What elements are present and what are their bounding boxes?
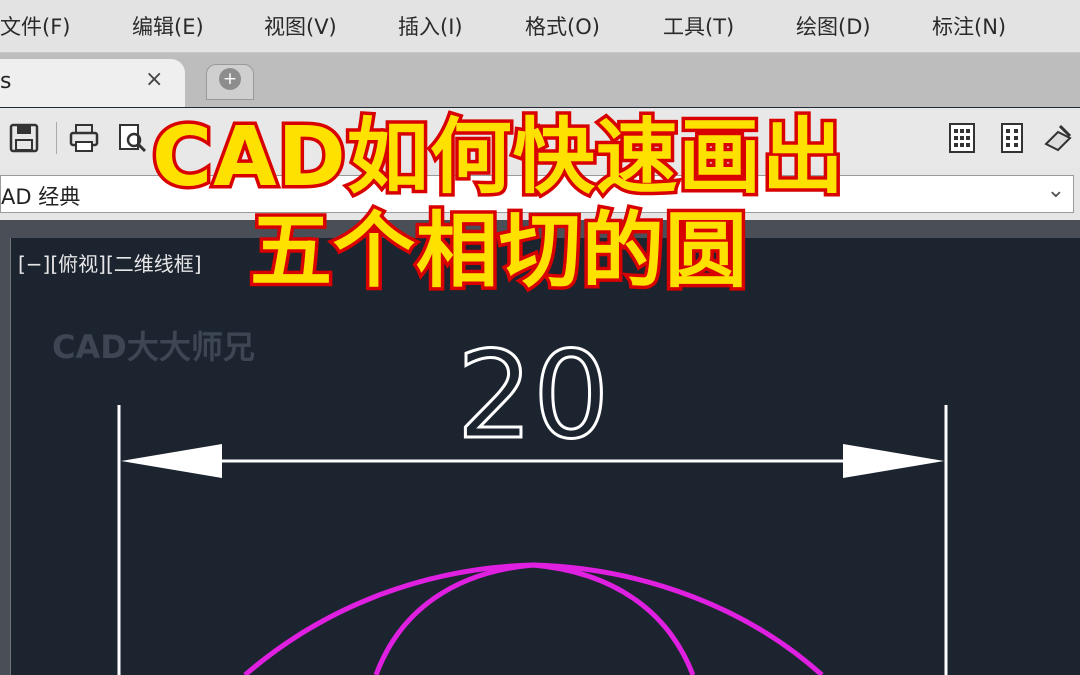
overlay-title-line-1: CAD如何快速画出 (149, 107, 848, 209)
overlay-title-line-2: 五个相切的圆 (246, 201, 750, 303)
cad-drawing: 20 (117, 326, 948, 675)
outer-circle-arc (243, 562, 824, 675)
dimension-arrow-left (121, 444, 222, 478)
dimension-value: 20 (457, 327, 610, 466)
dimension-arrow-right (843, 444, 944, 478)
